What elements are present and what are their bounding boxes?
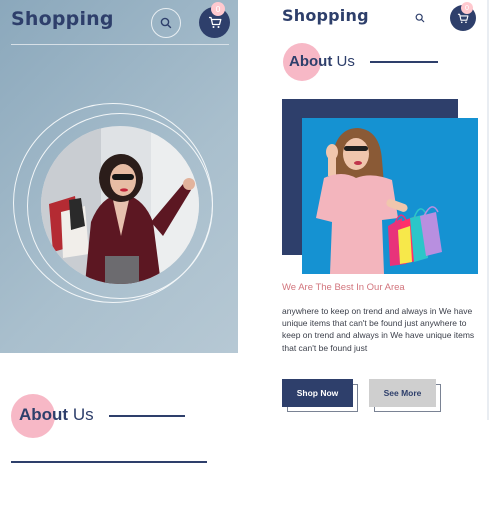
right-about-bold-word: About — [289, 53, 333, 70]
left-brand-logo[interactable]: Shopping — [11, 8, 114, 30]
left-section-divider — [11, 461, 207, 463]
search-icon — [160, 17, 172, 29]
left-about-underline — [109, 415, 185, 417]
about-shopper-photo — [302, 118, 478, 274]
left-about-bold-word: About — [19, 405, 69, 424]
about-subheading: We Are The Best In Our Area — [282, 282, 405, 293]
left-cart-count-badge: 0 — [211, 2, 225, 16]
cart-icon — [208, 16, 221, 28]
left-header-divider — [11, 44, 229, 45]
cart-icon — [457, 13, 469, 23]
right-search-button[interactable] — [412, 10, 428, 26]
see-more-button[interactable]: See More — [369, 379, 436, 407]
right-cart-count-badge: 0 — [461, 2, 473, 14]
right-about-heading: About Us — [289, 53, 355, 70]
search-icon — [415, 13, 425, 23]
left-about-heading: About Us — [19, 405, 94, 425]
left-about-rest-word: Us — [68, 405, 94, 424]
left-search-button[interactable] — [151, 8, 181, 38]
right-scrollbar-edge — [487, 0, 489, 420]
shop-now-button[interactable]: Shop Now — [282, 379, 353, 407]
hero-shopper-photo — [41, 126, 199, 284]
right-about-underline — [370, 61, 438, 63]
right-about-rest-word: Us — [332, 53, 355, 70]
right-brand-logo[interactable]: Shopping — [282, 6, 369, 25]
about-paragraph: anywhere to keep on trend and always in … — [282, 306, 475, 353]
